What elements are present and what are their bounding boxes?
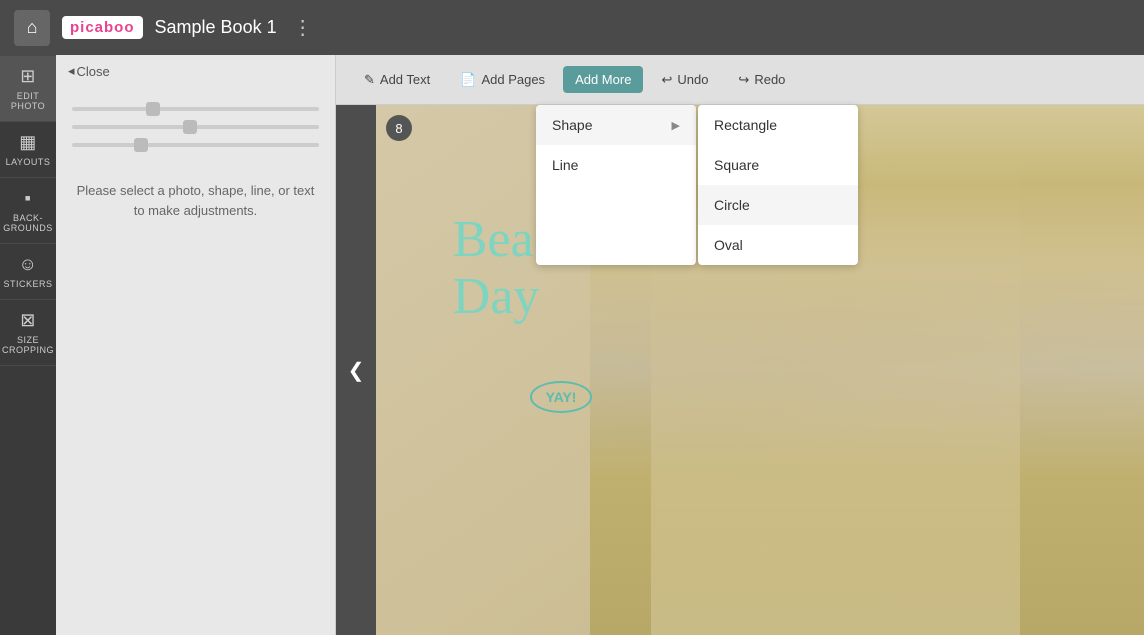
square-label: Square [714, 157, 759, 173]
rectangle-label: Rectangle [714, 117, 777, 133]
add-pages-button[interactable]: 📄 Add Pages [448, 66, 557, 94]
toolbar: ✎ Add Text 📄 Add Pages Add More ↩ Undo ↪… [336, 55, 1144, 105]
shape-arrow-icon: ▶ [672, 119, 680, 132]
rectangle-menu-item[interactable]: Rectangle [698, 105, 858, 145]
shape-label: Shape [552, 117, 592, 133]
add-text-icon: ✎ [364, 72, 375, 88]
sidebar-item-edit-photo[interactable]: ⊞ EDITPHOTO [0, 55, 56, 122]
backgrounds-icon: ▪ [25, 188, 32, 209]
add-pages-label: Add Pages [481, 72, 545, 87]
redo-button[interactable]: ↪ Redo [726, 66, 797, 94]
book-title: Sample Book 1 [155, 17, 277, 38]
slider-row-2 [72, 125, 319, 129]
oval-menu-item[interactable]: Oval [698, 225, 858, 265]
slider-track-2[interactable] [72, 125, 319, 129]
panel-hint-text: Please select a photo, shape, line, or t… [72, 181, 319, 220]
line-menu-item[interactable]: Line [536, 145, 696, 185]
slider-track-3[interactable] [72, 143, 319, 147]
oval-label: Oval [714, 237, 743, 253]
close-arrow-icon: ◂ [68, 63, 75, 79]
content-area: ✎ Add Text 📄 Add Pages Add More ↩ Undo ↪… [336, 55, 1144, 635]
undo-label: Undo [677, 72, 708, 87]
sidebar-item-size-cropping[interactable]: ⊠ SIZECROPPING [0, 300, 56, 366]
sidebar-item-stickers[interactable]: ☺ STICKERS [0, 244, 56, 300]
undo-icon: ↩ [661, 72, 672, 88]
slider-thumb-2[interactable] [183, 120, 197, 134]
circle-label: Circle [714, 197, 750, 213]
layouts-icon: ▦ [19, 132, 37, 153]
edit-photo-icon: ⊞ [20, 66, 36, 87]
sidebar-label-stickers: STICKERS [4, 279, 53, 289]
sidebar-label-backgrounds: BACK-GROUNDS [3, 213, 53, 233]
sidebar-label-size-cropping: SIZECROPPING [2, 335, 54, 355]
sidebar-item-layouts[interactable]: ▦ LAYOUTS [0, 122, 56, 178]
close-label: Close [77, 64, 110, 79]
sidebar-label-edit-photo: EDITPHOTO [11, 91, 45, 111]
left-panel: ◂ Close Please select a photo, shape, li… [56, 55, 336, 635]
redo-icon: ↪ [738, 72, 749, 88]
yay-sticker: YAY! [530, 381, 593, 413]
close-panel-button[interactable]: ◂ Close [56, 55, 335, 87]
slider-thumb-3[interactable] [134, 138, 148, 152]
slider-track-1[interactable] [72, 107, 319, 111]
add-text-button[interactable]: ✎ Add Text [352, 66, 442, 94]
topbar: ⌂ picaboo Sample Book 1 ⋮ [0, 0, 1144, 55]
prev-page-button[interactable]: ❮ [336, 105, 376, 635]
sidebar-item-backgrounds[interactable]: ▪ BACK-GROUNDS [0, 178, 56, 244]
sidebar-label-layouts: LAYOUTS [6, 157, 51, 167]
size-cropping-icon: ⊠ [20, 310, 36, 331]
more-options-icon[interactable]: ⋮ [293, 15, 313, 40]
slider-thumb-1[interactable] [146, 102, 160, 116]
primary-submenu: Shape ▶ Line [536, 105, 696, 265]
square-menu-item[interactable]: Square [698, 145, 858, 185]
shape-menu-item[interactable]: Shape ▶ [536, 105, 696, 145]
redo-label: Redo [754, 72, 785, 87]
add-more-label: Add More [575, 72, 631, 87]
shapes-submenu: Rectangle Square Circle Oval [698, 105, 858, 265]
add-pages-icon: 📄 [460, 72, 476, 88]
stickers-icon: ☺ [19, 254, 38, 275]
add-text-label: Add Text [380, 72, 430, 87]
panel-body: Please select a photo, shape, line, or t… [56, 87, 335, 635]
slider-row-1 [72, 107, 319, 111]
home-icon: ⌂ [27, 17, 38, 38]
slider-row-3 [72, 143, 319, 147]
line-label: Line [552, 157, 578, 173]
circle-menu-item[interactable]: Circle [698, 185, 858, 225]
add-more-button[interactable]: Add More [563, 66, 643, 93]
yay-label: YAY! [546, 389, 577, 405]
page-number: 8 [386, 115, 412, 141]
undo-button[interactable]: ↩ Undo [649, 66, 720, 94]
home-button[interactable]: ⌂ [14, 10, 50, 46]
main-layout: ⊞ EDITPHOTO ▦ LAYOUTS ▪ BACK-GROUNDS ☺ S… [0, 55, 1144, 635]
prev-page-icon: ❮ [348, 358, 365, 383]
logo-image: picaboo [62, 16, 143, 39]
logo: picaboo [62, 16, 143, 39]
sidebar: ⊞ EDITPHOTO ▦ LAYOUTS ▪ BACK-GROUNDS ☺ S… [0, 55, 56, 635]
